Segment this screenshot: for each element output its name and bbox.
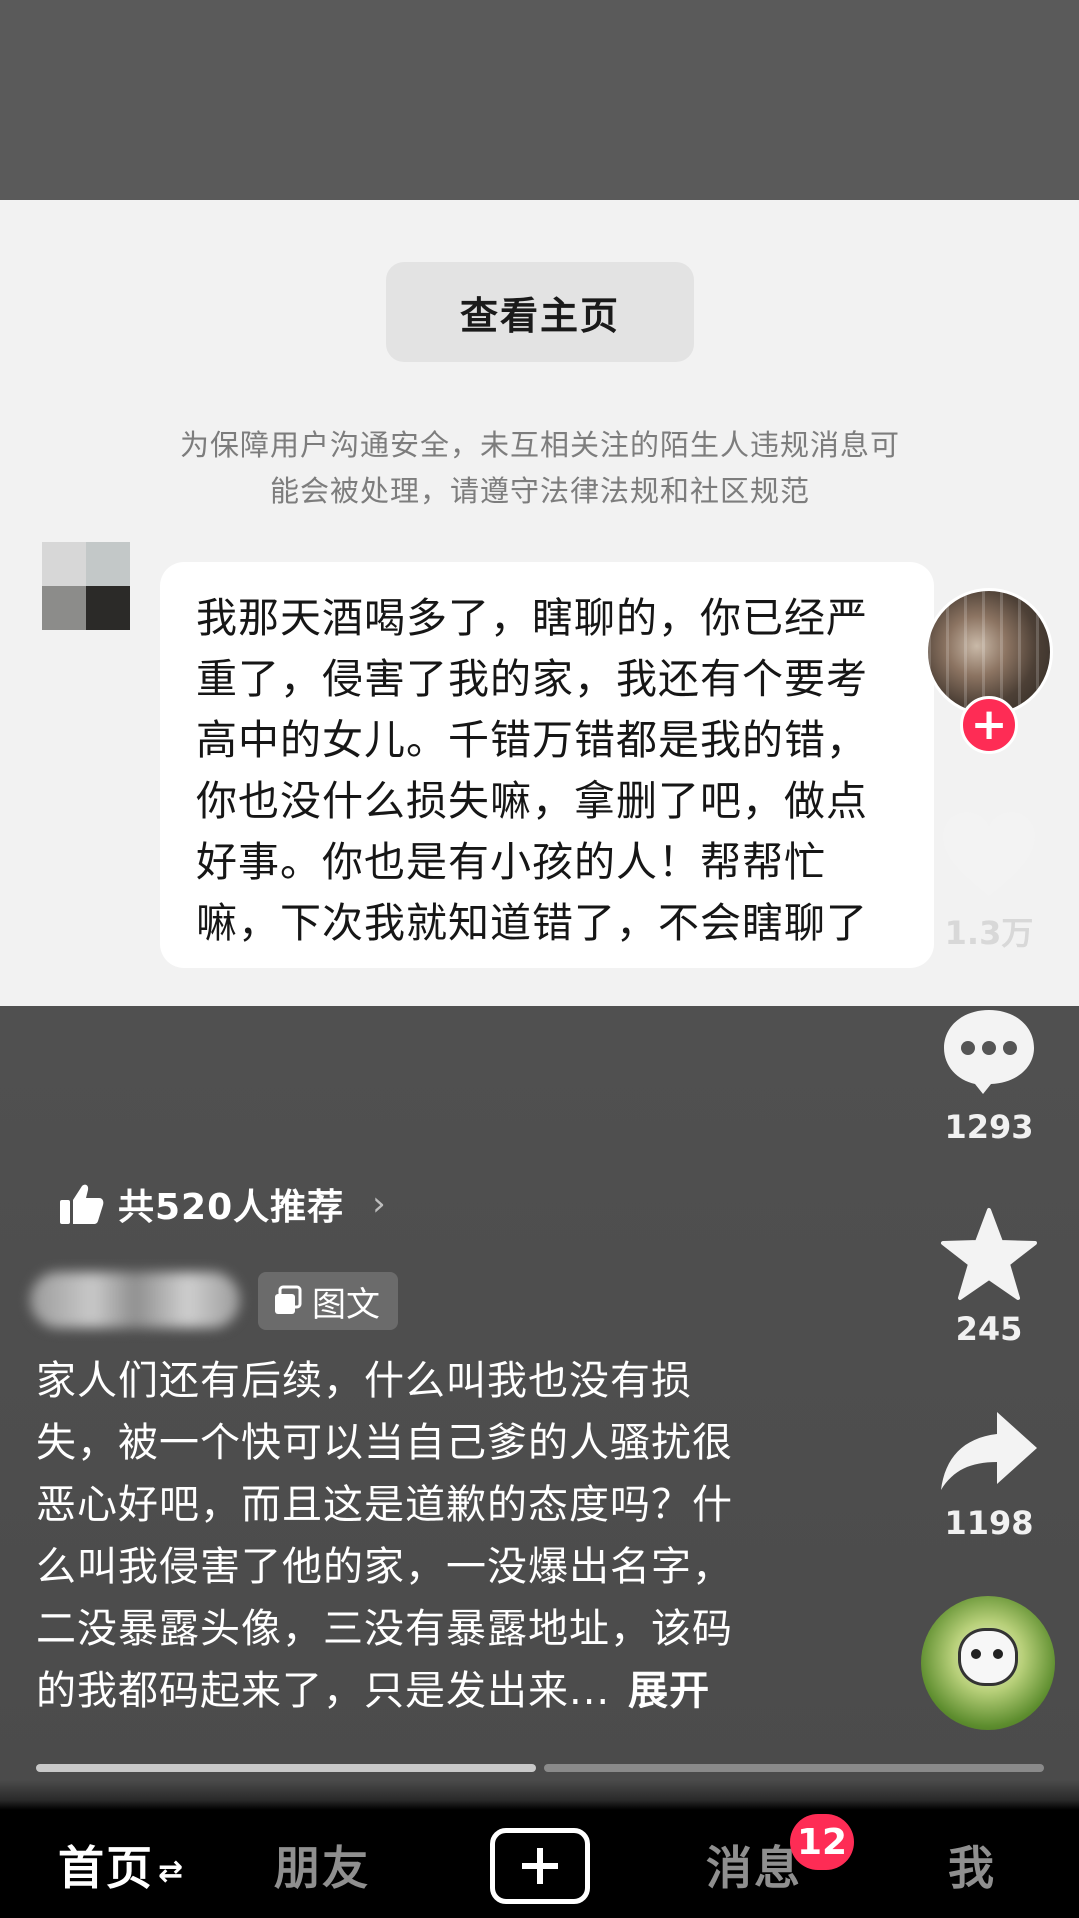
progress-segment — [544, 1764, 1044, 1772]
nav-home[interactable]: 首页 ⇄ — [58, 1832, 185, 1898]
view-homepage-button: 查看主页 — [386, 262, 694, 362]
nav-messages[interactable]: 消息 — [706, 1832, 802, 1898]
star-icon — [941, 1208, 1037, 1300]
post-caption[interactable]: 家人们还有后续，什么叫我也没有损 失，被一个快可以当自己爹的人骚扰很 恶心好吧，… — [36, 1350, 816, 1722]
nav-me[interactable]: 我 — [948, 1832, 996, 1898]
share-icon — [941, 1412, 1037, 1490]
image-text-badge: 图文 — [258, 1272, 398, 1330]
sender-avatar-mosaic — [42, 542, 130, 630]
message-line: 高中的女儿。千错万错都是我的错， — [196, 716, 868, 764]
share-count: 1198 — [944, 1504, 1034, 1542]
safety-notice-line: 为保障用户沟通安全，未互相关注的陌生人违规消息可 — [179, 428, 900, 462]
caption-line: 的我都码起来了，只是发出来... 展开 — [36, 1660, 816, 1722]
expand-button[interactable]: 展开 — [628, 1668, 710, 1714]
image-text-icon — [275, 1285, 302, 1314]
recommend-row[interactable]: 共520人推荐 › — [58, 1178, 386, 1230]
follow-button[interactable]: + — [960, 696, 1018, 754]
nav-home-label: 首页 — [58, 1841, 154, 1895]
like-count: 1.3万 — [944, 914, 1034, 952]
caption-line: 失，被一个快可以当自己爹的人骚扰很 — [36, 1420, 733, 1466]
caption-line: 二没暴露头像，三没有暴露地址，该码 — [36, 1606, 733, 1652]
safety-notice-line: 能会被处理，请遵守法律法规和社区规范 — [269, 474, 810, 508]
video-screen: 查看主页 为保障用户沟通安全，未互相关注的陌生人违规消息可 能会被处理，请遵守法… — [0, 0, 1079, 1918]
bottom-nav: 首页 ⇄ 朋友 消息 12 我 — [0, 1810, 1079, 1918]
music-disc-icon[interactable] — [921, 1596, 1055, 1730]
chat-screenshot: 查看主页 为保障用户沟通安全，未互相关注的陌生人违规消息可 能会被处理，请遵守法… — [0, 200, 1079, 1006]
message-line: 嘛，下次我就知道错了，不会瞎聊了 — [196, 899, 868, 947]
image-progress-bar[interactable] — [36, 1764, 1044, 1772]
share-button[interactable] — [934, 1408, 1044, 1494]
heart-icon — [943, 812, 1035, 896]
message-line: 你也没什么损失嘛，拿删了吧，做点 — [196, 777, 868, 825]
caption-line: 么叫我侵害了他的家，一没爆出名字， — [36, 1544, 733, 1590]
favorite-count: 245 — [955, 1310, 1023, 1348]
thumbs-up-icon — [60, 1184, 104, 1224]
message-line: 重了，侵害了我的家，我还有个要考 — [196, 655, 868, 703]
image-text-label: 图文 — [312, 1284, 380, 1325]
comment-icon — [944, 1010, 1034, 1094]
messages-badge: 12 — [790, 1814, 854, 1870]
caption-text: 的我都码起来了，只是发出来... — [36, 1668, 611, 1714]
author-name-blurred[interactable] — [30, 1272, 240, 1328]
progress-segment — [36, 1764, 536, 1772]
top-area — [0, 0, 1079, 200]
caption-line: 家人们还有后续，什么叫我也没有损 — [36, 1358, 692, 1404]
comment-count: 1293 — [944, 1108, 1034, 1146]
favorite-button[interactable] — [934, 1206, 1044, 1302]
chevron-right-icon: › — [372, 1184, 386, 1224]
plus-icon — [522, 1848, 558, 1884]
message-line: 我那天酒喝多了，瞎聊的，你已经严 — [196, 594, 868, 642]
comment-button[interactable] — [934, 1004, 1044, 1096]
safety-notice: 为保障用户沟通安全，未互相关注的陌生人违规消息可 能会被处理，请遵守法律法规和社… — [120, 422, 960, 514]
recommend-text: 共520人推荐 — [118, 1187, 345, 1228]
nav-friends[interactable]: 朋友 — [274, 1832, 370, 1898]
message-line: 好事。你也是有小孩的人！帮帮忙 — [196, 838, 826, 886]
swap-icon: ⇄ — [158, 1854, 186, 1889]
message-bubble: 我那天酒喝多了，瞎聊的，你已经严 重了，侵害了我的家，我还有个要考 高中的女儿。… — [160, 562, 934, 968]
create-button[interactable] — [490, 1828, 590, 1904]
like-button[interactable] — [934, 808, 1044, 900]
caption-line: 恶心好吧，而且这是道歉的态度吗？什 — [36, 1482, 733, 1528]
